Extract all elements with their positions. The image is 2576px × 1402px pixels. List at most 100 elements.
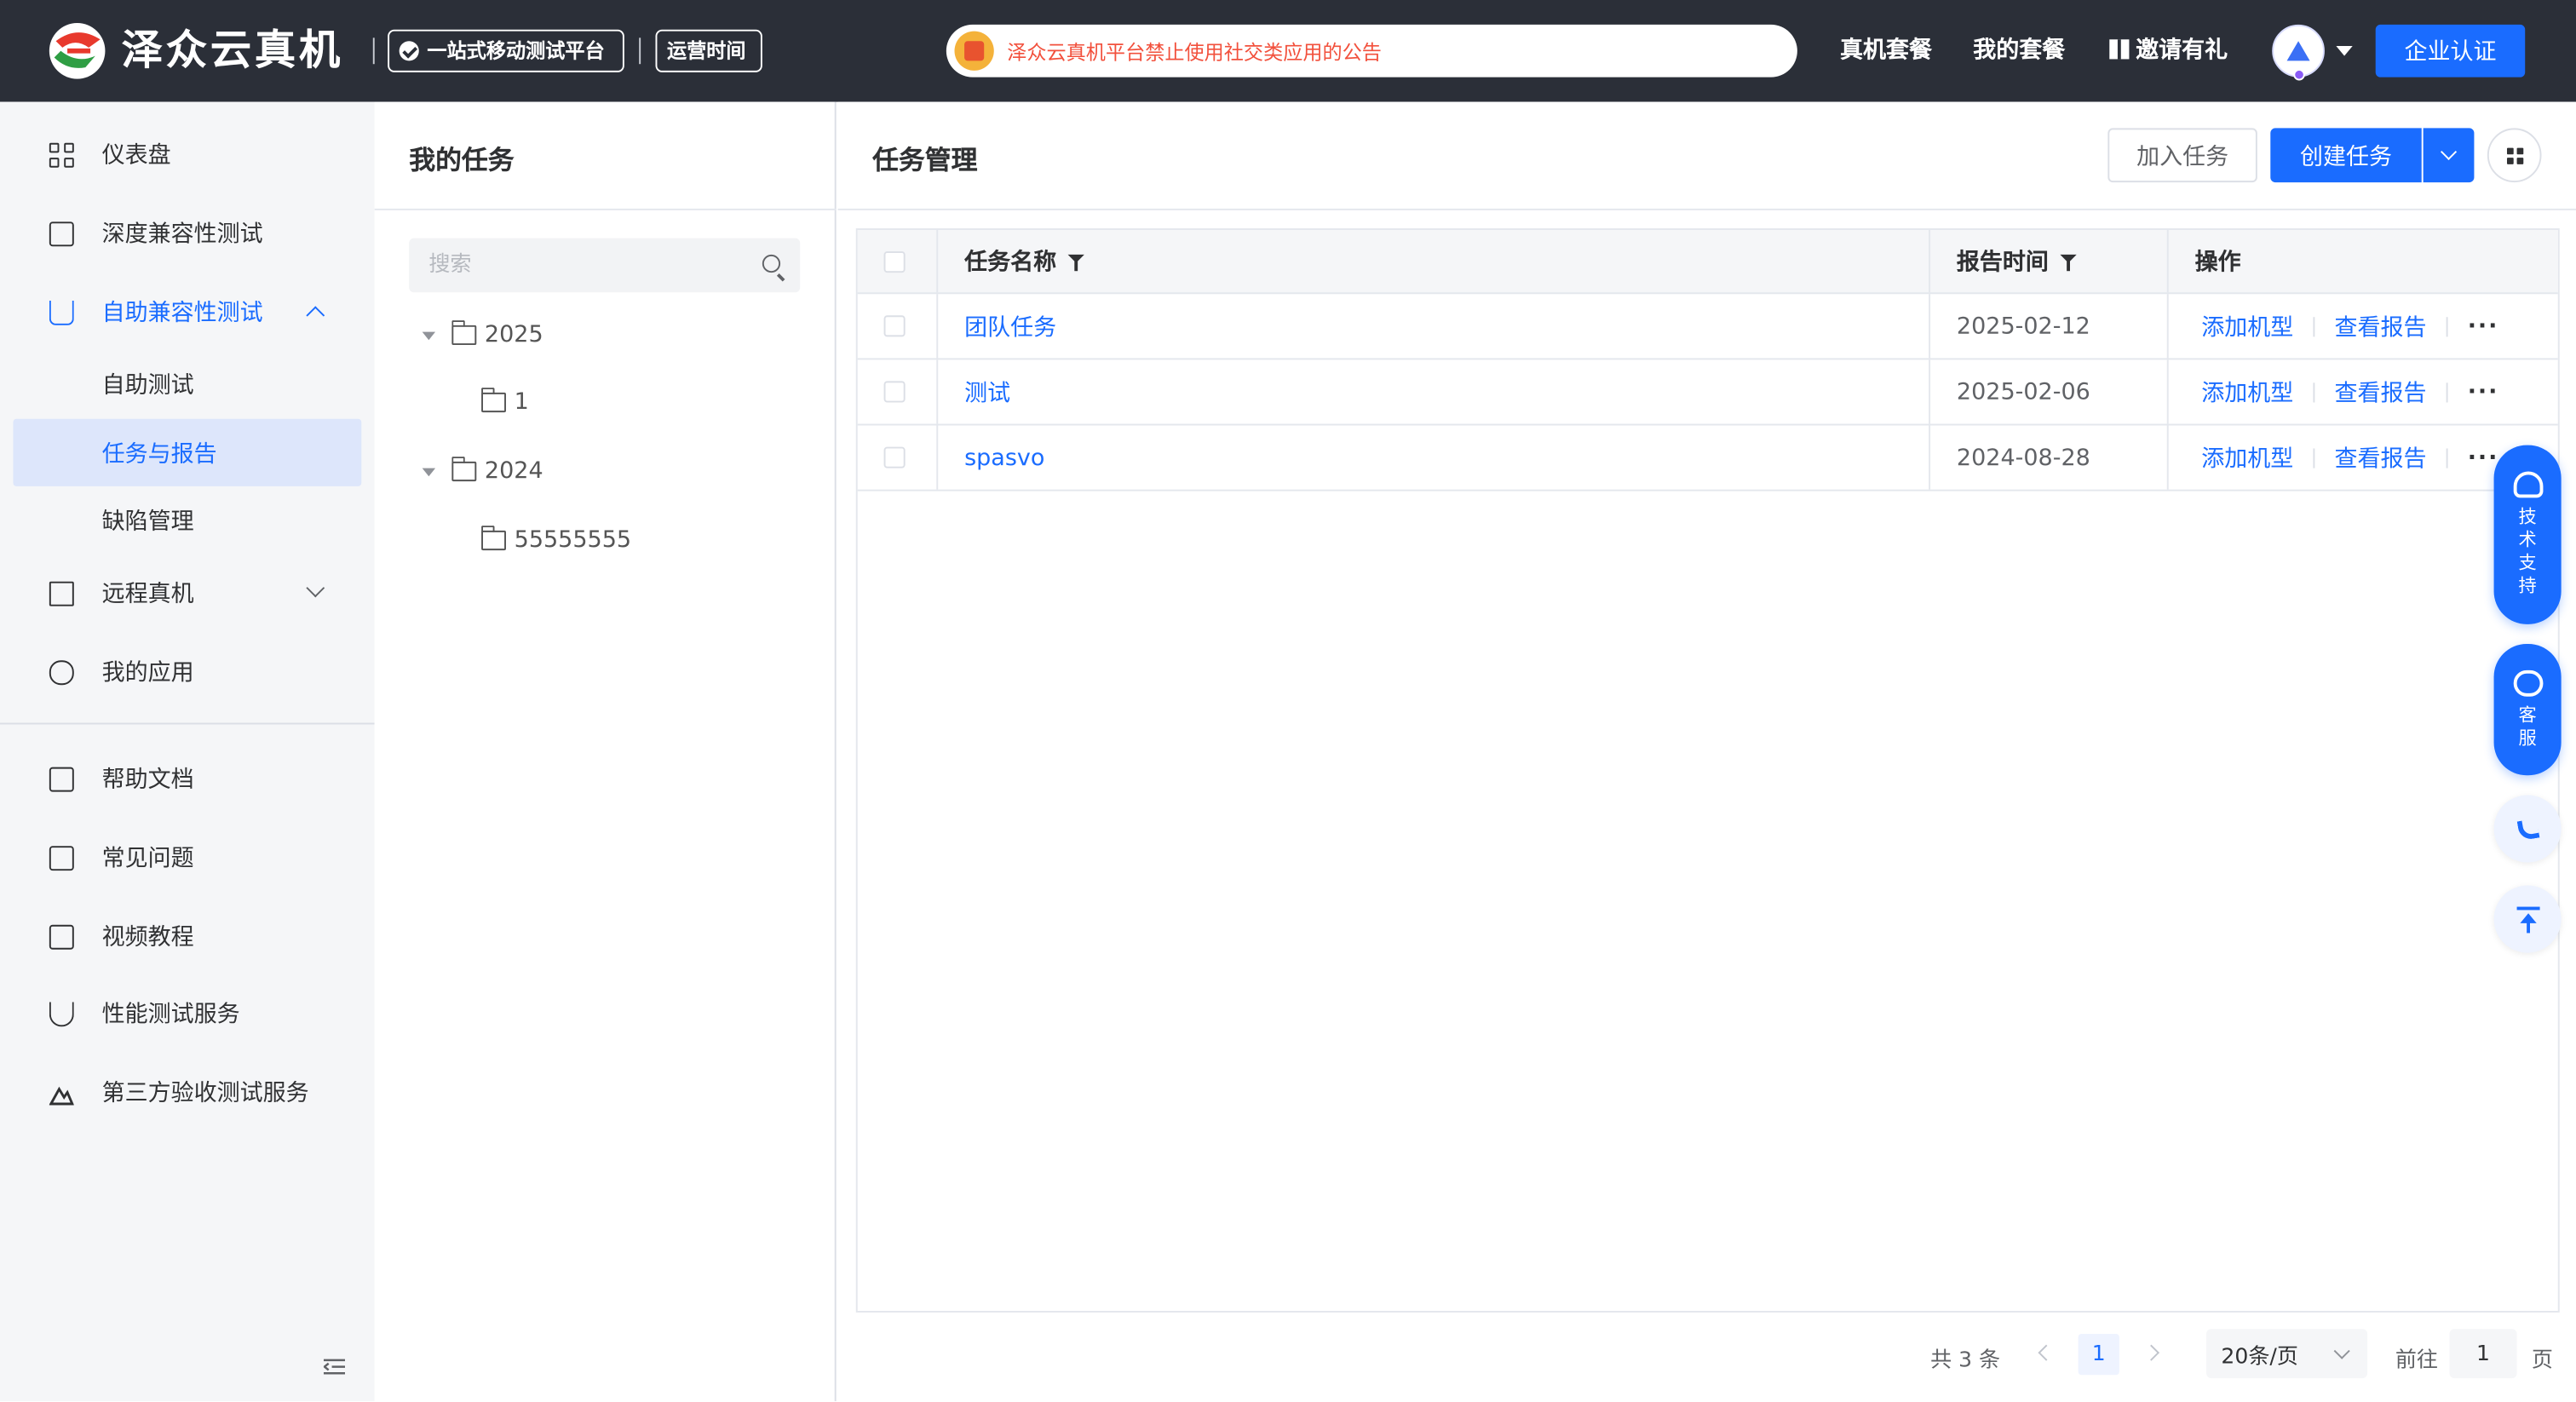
sidebar-item-faq[interactable]: 常见问题: [0, 821, 375, 893]
add-device-model-link[interactable]: 添加机型: [2201, 310, 2293, 343]
sidebar-item-self-compatibility[interactable]: 自助兼容性测试: [0, 276, 375, 348]
sidebar-item-third-party-acceptance[interactable]: 第三方验收测试服务: [0, 1056, 375, 1129]
more-actions-icon[interactable]: ···: [2468, 379, 2499, 405]
task-name-link[interactable]: spasvo: [964, 445, 1044, 471]
tree-node-1[interactable]: 1: [480, 382, 529, 422]
actions-cell: 添加机型 查看报告 ···: [2166, 294, 2558, 359]
tree-node-2025[interactable]: 2025: [422, 315, 543, 354]
video-icon: [49, 923, 74, 949]
folder-icon: [451, 457, 477, 482]
enterprise-certification-button[interactable]: 企业认证: [2375, 24, 2526, 78]
caret-down-icon[interactable]: [422, 467, 436, 476]
announcement-text[interactable]: 泽众云真机平台禁止使用社交类应用的公告: [1007, 37, 1382, 65]
sidebar-item-my-apps[interactable]: 我的应用: [0, 635, 375, 708]
platform-tag-label: 一站式移动测试平台: [427, 39, 605, 63]
divider: [2313, 382, 2315, 402]
tree-node-label: 2025: [484, 321, 543, 348]
page-size-select[interactable]: 20条/页: [2206, 1329, 2368, 1379]
brand-logo[interactable]: 泽众云真机: [46, 20, 343, 82]
select-all-cell: [883, 230, 906, 292]
copy-icon: [49, 221, 74, 246]
divider: [2446, 382, 2448, 402]
add-device-model-link[interactable]: 添加机型: [2201, 441, 2293, 474]
task-name-link[interactable]: 团队任务: [964, 310, 1056, 343]
logo-icon: [49, 22, 106, 79]
more-actions-icon[interactable]: ···: [2468, 445, 2499, 471]
back-to-top-button[interactable]: [2493, 885, 2562, 953]
sidebar-item-remote-device[interactable]: 远程真机: [0, 557, 375, 629]
add-device-model-link[interactable]: 添加机型: [2201, 376, 2293, 409]
operating-hours-label: 运营时间: [666, 39, 746, 63]
view-report-link[interactable]: 查看报告: [2334, 376, 2426, 409]
column-header-label: 任务名称: [964, 250, 1057, 276]
table-row: 团队任务 2025-02-12 添加机型 查看报告 ···: [857, 294, 2558, 360]
sidebar-item-label: 自助兼容性测试: [101, 300, 263, 327]
grid-view-button[interactable]: [2487, 128, 2542, 183]
sidebar-subitem-defect-management[interactable]: 缺陷管理: [13, 486, 361, 554]
left-sidebar: 仪表盘 深度兼容性测试 自助兼容性测试 自助测试 任务与报告 缺陷管理 远程真机…: [0, 101, 375, 1402]
customer-service-label: 客服: [2518, 704, 2537, 750]
view-report-link[interactable]: 查看报告: [2334, 310, 2426, 343]
announcement-bar[interactable]: 泽众云真机平台禁止使用社交类应用的公告: [946, 24, 1797, 78]
sidebar-item-video-tutorials[interactable]: 视频教程: [0, 900, 375, 973]
prev-page-icon[interactable]: [2038, 1344, 2055, 1361]
search-icon[interactable]: [762, 254, 781, 273]
sidebar-item-performance-testing[interactable]: 性能测试服务: [0, 977, 375, 1049]
sidebar-divider: [0, 722, 375, 725]
tree-node-2024[interactable]: 2024: [422, 451, 543, 491]
create-task-button[interactable]: 创建任务: [2270, 128, 2422, 183]
nav-invite-label: 邀请有礼: [2136, 37, 2228, 65]
table-row: 测试 2025-02-06 添加机型 查看报告 ···: [857, 359, 2558, 426]
caret-down-icon[interactable]: [422, 330, 436, 340]
app-icon: [49, 659, 74, 685]
phone-contact-button[interactable]: [2493, 795, 2562, 863]
folder-icon: [480, 526, 506, 551]
sidebar-item-dashboard[interactable]: 仪表盘: [0, 118, 375, 191]
goto-page-input[interactable]: 1: [2449, 1329, 2517, 1379]
view-report-link[interactable]: 查看报告: [2334, 441, 2426, 474]
folder-icon: [451, 320, 477, 345]
sidebar-subitem-label: 缺陷管理: [101, 508, 194, 535]
report-time: 2024-08-28: [1956, 444, 2090, 471]
filter-icon[interactable]: [2060, 253, 2077, 271]
task-search[interactable]: [409, 238, 801, 293]
sidebar-item-deep-compatibility[interactable]: 深度兼容性测试: [0, 197, 375, 269]
sidebar-subitem-tasks-reports[interactable]: 任务与报告: [13, 418, 362, 486]
divider: [837, 208, 2576, 210]
sidebar-subitem-self-test[interactable]: 自助测试: [13, 350, 361, 417]
next-page-icon[interactable]: [2142, 1344, 2160, 1361]
caret-down-icon[interactable]: [2336, 45, 2353, 56]
headset-icon: [2512, 471, 2543, 498]
platform-tag: 一站式移动测试平台: [388, 29, 624, 72]
nav-device-plans[interactable]: 真机套餐: [1840, 33, 1932, 69]
row-checkbox[interactable]: [883, 381, 906, 403]
sidebar-item-help-docs[interactable]: 帮助文档: [0, 743, 375, 815]
row-checkbox[interactable]: [883, 315, 906, 337]
row-checkbox[interactable]: [883, 446, 906, 468]
page-suffix: 页: [2531, 1347, 2554, 1373]
operating-hours-tag[interactable]: 运营时间: [655, 29, 762, 72]
collapse-sidebar-icon[interactable]: [323, 1359, 345, 1375]
tech-support-button[interactable]: 技术支持: [2493, 445, 2562, 624]
page-title: 任务管理: [872, 144, 978, 176]
tree-node-55555555[interactable]: 55555555: [480, 520, 631, 560]
report-time: 2025-02-12: [1956, 313, 2090, 340]
create-task-dropdown-button[interactable]: [2423, 128, 2475, 183]
customer-service-button[interactable]: 客服: [2493, 643, 2562, 776]
sidebar-item-label: 帮助文档: [101, 767, 194, 794]
report-time-cell: 2024-08-28: [1929, 425, 2167, 490]
join-task-button[interactable]: 加入任务: [2107, 128, 2257, 183]
task-name-link[interactable]: 测试: [964, 376, 1010, 409]
divider: [2313, 447, 2315, 468]
magnet-icon: [49, 1001, 74, 1026]
select-all-checkbox[interactable]: [883, 250, 906, 273]
divider: [2313, 316, 2315, 336]
pagination-page-1[interactable]: 1: [2078, 1333, 2119, 1376]
nav-invite-rewards[interactable]: 邀请有礼: [2109, 33, 2228, 69]
task-management-panel: 任务管理 加入任务 创建任务 任务名称 报告时间 操作 团队任务 2025-02…: [837, 101, 2576, 1402]
search-input[interactable]: [409, 238, 755, 293]
user-avatar[interactable]: [2272, 24, 2325, 81]
more-actions-icon[interactable]: ···: [2468, 313, 2499, 339]
filter-icon[interactable]: [1067, 253, 1084, 271]
nav-my-plans[interactable]: 我的套餐: [1973, 33, 2065, 69]
